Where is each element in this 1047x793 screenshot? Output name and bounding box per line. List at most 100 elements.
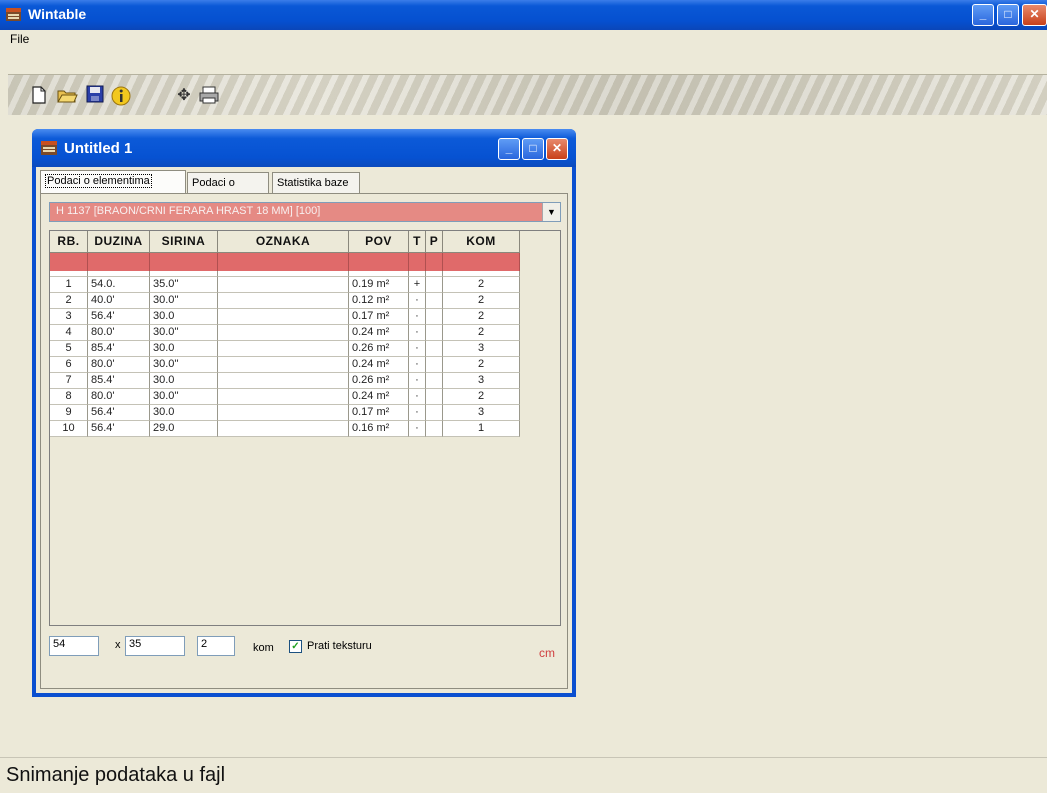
table-cell-oznaka[interactable] <box>218 389 349 405</box>
document-close-button[interactable]: ✕ <box>546 138 568 160</box>
table-cell-t[interactable]: · <box>409 325 426 341</box>
table-row[interactable]: 8 80.0' 30.0'' 0.24 m² · 2 <box>50 389 520 405</box>
table-cell-sirina[interactable]: 30.0'' <box>150 389 218 405</box>
table-cell-oznaka[interactable] <box>218 325 349 341</box>
table-cell-sirina[interactable]: 30.0 <box>150 341 218 357</box>
table-cell-rb[interactable]: 7 <box>50 373 88 389</box>
table-cell-kom[interactable]: 1 <box>443 421 520 437</box>
table-cell-duzina[interactable]: 80.0' <box>88 325 150 341</box>
table-row[interactable]: 10 56.4' 29.0 0.16 m² · 1 <box>50 421 520 437</box>
table-cell-t[interactable]: · <box>409 293 426 309</box>
table-cell-sirina[interactable]: 30.0 <box>150 309 218 325</box>
table-cell-rb[interactable]: 1 <box>50 277 88 293</box>
table-row[interactable]: 6 80.0' 30.0'' 0.24 m² · 2 <box>50 357 520 373</box>
column-header-t[interactable]: T <box>409 231 426 253</box>
column-header-duzina[interactable]: DUZINA <box>88 231 150 253</box>
table-cell-p[interactable] <box>426 405 443 421</box>
document-minimize-button[interactable]: _ <box>498 138 520 160</box>
table-cell-pov[interactable]: 0.24 m² <box>349 325 409 341</box>
close-button[interactable]: ✕ <box>1022 4 1047 26</box>
table-cell-pov[interactable]: 0.16 m² <box>349 421 409 437</box>
table-cell-pov[interactable]: 0.26 m² <box>349 341 409 357</box>
table-cell-t[interactable]: · <box>409 405 426 421</box>
column-header-p[interactable]: P <box>426 231 443 253</box>
table-row[interactable]: 2 40.0' 30.0'' 0.12 m² · 2 <box>50 293 520 309</box>
table-cell-kom[interactable]: 2 <box>443 389 520 405</box>
table-cell-oznaka[interactable] <box>218 277 349 293</box>
table-cell-rb[interactable]: 2 <box>50 293 88 309</box>
table-cell-t[interactable]: + <box>409 277 426 293</box>
table-cell-kom[interactable]: 3 <box>443 341 520 357</box>
table-cell-p[interactable] <box>426 325 443 341</box>
table-cell-kom[interactable]: 2 <box>443 357 520 373</box>
table-cell-duzina[interactable]: 80.0' <box>88 357 150 373</box>
pointer-icon[interactable]: ✥ <box>173 85 195 107</box>
table-cell-rb[interactable]: 6 <box>50 357 88 373</box>
table-cell-oznaka[interactable] <box>218 405 349 421</box>
table-cell-p[interactable] <box>426 277 443 293</box>
table-cell-p[interactable] <box>426 293 443 309</box>
open-folder-icon[interactable] <box>56 85 78 107</box>
table-cell-pov[interactable]: 0.17 m² <box>349 309 409 325</box>
document-maximize-button[interactable]: □ <box>522 138 544 160</box>
table-cell-p[interactable] <box>426 309 443 325</box>
table-cell-p[interactable] <box>426 341 443 357</box>
table-cell-sirina[interactable]: 30.0 <box>150 373 218 389</box>
table-cell-oznaka[interactable] <box>218 421 349 437</box>
table-cell-duzina[interactable]: 85.4' <box>88 373 150 389</box>
table-cell-rb[interactable]: 9 <box>50 405 88 421</box>
table-cell-sirina[interactable]: 30.0'' <box>150 293 218 309</box>
table-cell-pov[interactable]: 0.26 m² <box>349 373 409 389</box>
length-input[interactable]: 54 <box>49 636 99 656</box>
table-row[interactable]: 7 85.4' 30.0 0.26 m² · 3 <box>50 373 520 389</box>
column-header-pov[interactable]: POV <box>349 231 409 253</box>
table-cell-t[interactable]: · <box>409 341 426 357</box>
table-cell-pov[interactable]: 0.24 m² <box>349 389 409 405</box>
prati-teksturu-checkbox[interactable]: ✓ <box>289 640 302 653</box>
table-cell-kom[interactable]: 2 <box>443 325 520 341</box>
table-cell-duzina[interactable]: 56.4' <box>88 421 150 437</box>
table-cell-oznaka[interactable] <box>218 309 349 325</box>
table-cell-duzina[interactable]: 56.4' <box>88 405 150 421</box>
table-cell-t[interactable]: · <box>409 357 426 373</box>
table-cell-rb[interactable]: 10 <box>50 421 88 437</box>
new-document-icon[interactable] <box>28 85 50 107</box>
column-header-sirina[interactable]: SIRINA <box>150 231 218 253</box>
count-input[interactable]: 2 <box>197 636 235 656</box>
width-input[interactable]: 35 <box>125 636 185 656</box>
table-cell-pov[interactable]: 0.19 m² <box>349 277 409 293</box>
table-cell-oznaka[interactable] <box>218 373 349 389</box>
table-cell-sirina[interactable]: 30.0 <box>150 405 218 421</box>
table-cell-duzina[interactable]: 56.4' <box>88 309 150 325</box>
table-cell-sirina[interactable]: 29.0 <box>150 421 218 437</box>
table-cell-kom[interactable]: 3 <box>443 373 520 389</box>
table-cell-t[interactable]: · <box>409 309 426 325</box>
table-cell-t[interactable]: · <box>409 421 426 437</box>
table-cell-sirina[interactable]: 30.0'' <box>150 357 218 373</box>
info-icon[interactable] <box>110 85 132 107</box>
maximize-button[interactable]: □ <box>997 4 1019 26</box>
table-cell-p[interactable] <box>426 421 443 437</box>
table-cell-t[interactable]: · <box>409 389 426 405</box>
table-row[interactable]: 4 80.0' 30.0'' 0.24 m² · 2 <box>50 325 520 341</box>
table-cell-duzina[interactable]: 80.0' <box>88 389 150 405</box>
table-cell-sirina[interactable]: 35.0'' <box>150 277 218 293</box>
tab-podaci-o-elementima[interactable]: Podaci o elementima <box>40 170 186 194</box>
menu-file[interactable]: File <box>10 32 29 46</box>
table-cell-pov[interactable]: 0.17 m² <box>349 405 409 421</box>
table-cell-oznaka[interactable] <box>218 341 349 357</box>
table-cell-rb[interactable]: 5 <box>50 341 88 357</box>
table-row[interactable]: 3 56.4' 30.0 0.17 m² · 2 <box>50 309 520 325</box>
table-cell-kom[interactable]: 2 <box>443 293 520 309</box>
table-cell-kom[interactable]: 3 <box>443 405 520 421</box>
table-row[interactable]: 9 56.4' 30.0 0.17 m² · 3 <box>50 405 520 421</box>
tab-podaci-o-kupcu[interactable]: Podaci o kupcu <box>187 172 269 209</box>
table-cell-pov[interactable]: 0.12 m² <box>349 293 409 309</box>
new-row-selected[interactable] <box>50 253 520 271</box>
chevron-down-icon[interactable]: ▼ <box>542 203 560 221</box>
column-header-kom[interactable]: KOM <box>443 231 520 253</box>
table-cell-rb[interactable]: 4 <box>50 325 88 341</box>
column-header-rb[interactable]: RB. <box>50 231 88 253</box>
table-cell-oznaka[interactable] <box>218 293 349 309</box>
table-cell-p[interactable] <box>426 357 443 373</box>
